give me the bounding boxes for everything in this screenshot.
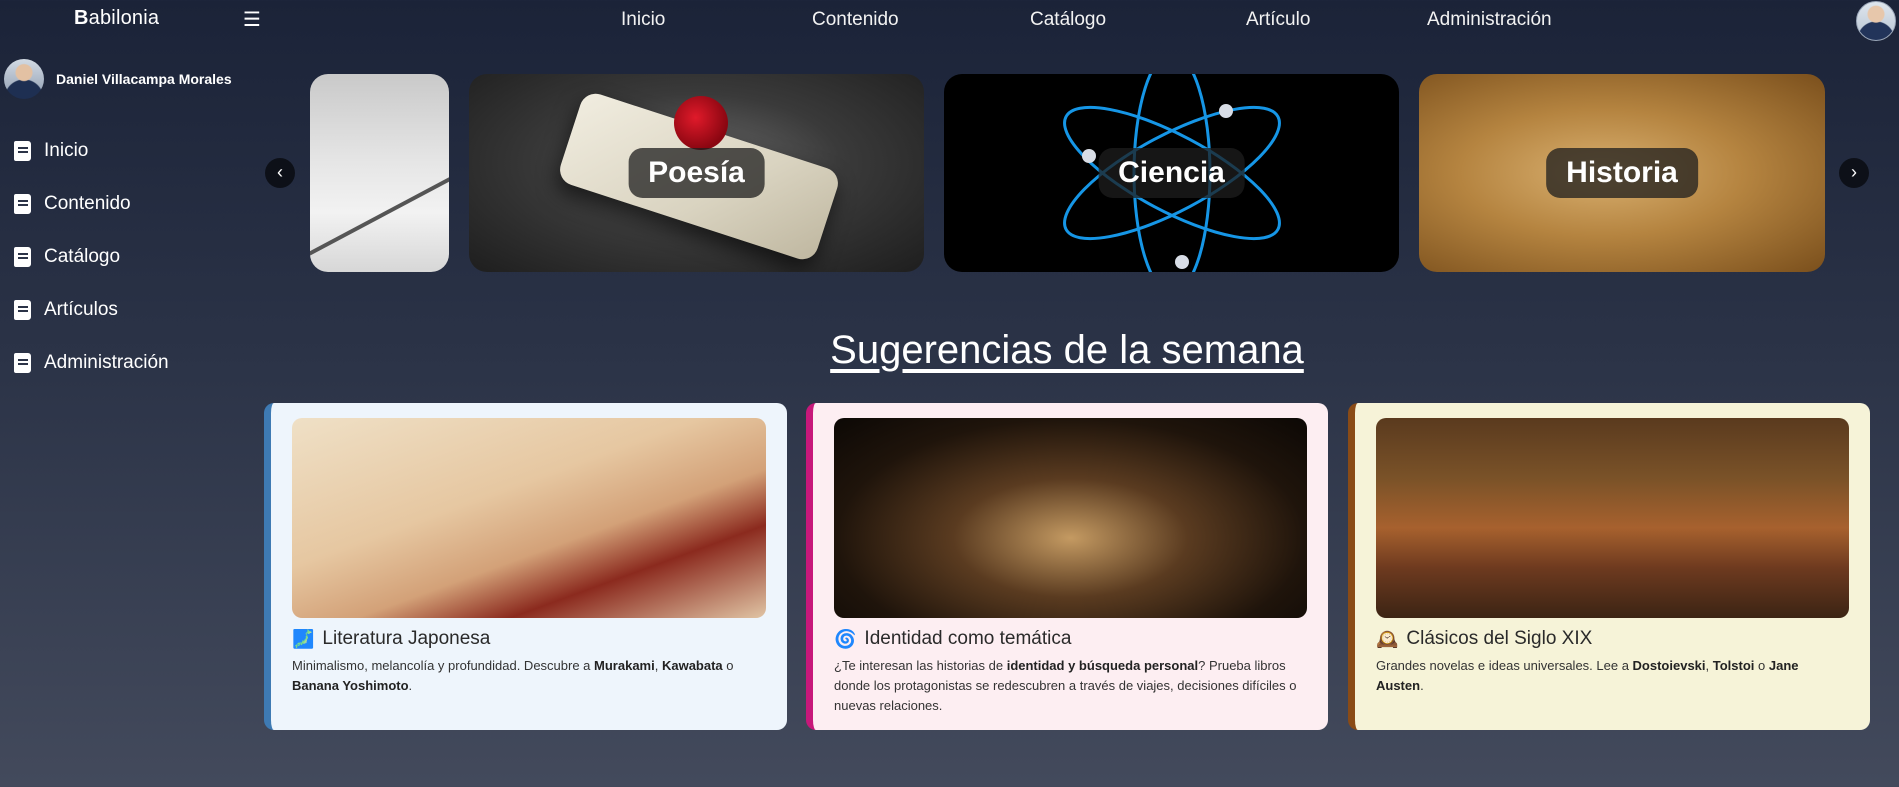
carousel-slide-partial[interactable] — [310, 74, 449, 272]
sidebar-item-label: Catálogo — [44, 245, 121, 267]
sidebar-user: Daniel Villacampa Morales — [4, 58, 232, 100]
sidebar-item-label: Artículos — [44, 298, 118, 320]
spiral-icon: 🌀 — [834, 628, 857, 649]
book-icon — [14, 246, 31, 267]
suggestion-card-clasicos[interactable]: 🕰️ Clásicos del Siglo XIX Grandes novela… — [1348, 403, 1870, 730]
brand-logo[interactable]: Babilonia — [74, 7, 159, 30]
suggestion-card-identidad[interactable]: 🌀 Identidad como temática ¿Te interesan … — [806, 403, 1328, 730]
slide-title: Poesía — [628, 148, 765, 198]
card-title: 🕰️ Clásicos del Siglo XIX — [1376, 628, 1593, 649]
top-navbar: Babilonia ☰ Inicio Contenido Catálogo Ar… — [0, 0, 1899, 41]
book-icon — [14, 193, 31, 214]
card-image — [1376, 418, 1849, 618]
clock-icon: 🕰️ — [1376, 628, 1399, 649]
hamburger-menu-icon[interactable]: ☰ — [243, 7, 261, 32]
card-image — [834, 418, 1307, 618]
nav-inicio[interactable]: Inicio — [621, 9, 665, 31]
sidebar-item-contenido[interactable]: Contenido — [14, 177, 169, 230]
nav-catalogo[interactable]: Catálogo — [1030, 9, 1106, 31]
card-title: 🌀 Identidad como temática — [834, 628, 1072, 649]
carousel-slide-ciencia[interactable]: Ciencia — [944, 74, 1399, 272]
carousel-slide-historia[interactable]: Historia — [1419, 74, 1825, 272]
slide-title: Historia — [1546, 148, 1698, 198]
card-description: Minimalismo, melancolía y profundidad. D… — [292, 658, 734, 693]
user-avatar[interactable] — [1856, 1, 1896, 41]
nav-contenido[interactable]: Contenido — [812, 9, 899, 31]
carousel-slide-poesia[interactable]: Poesía — [469, 74, 924, 272]
rose-image — [674, 96, 728, 150]
card-image — [292, 418, 766, 618]
carousel-prev-button[interactable]: ‹ — [265, 158, 295, 188]
book-icon — [14, 299, 31, 320]
sidebar-item-label: Contenido — [44, 192, 131, 214]
section-title: Sugerencias de la semana — [830, 328, 1304, 372]
nav-administracion[interactable]: Administración — [1427, 9, 1552, 31]
sidebar-item-label: Inicio — [44, 139, 89, 161]
nav-articulo[interactable]: Artículo — [1246, 9, 1310, 31]
book-icon — [14, 140, 31, 161]
card-title: 🗾 Literatura Japonesa — [292, 628, 491, 649]
carousel-next-button[interactable]: › — [1839, 158, 1869, 188]
user-name: Daniel Villacampa Morales — [56, 71, 232, 87]
card-description: ¿Te interesan las historias de identidad… — [834, 658, 1297, 713]
japan-map-icon: 🗾 — [292, 628, 315, 649]
card-description: Grandes novelas e ideas universales. Lee… — [1376, 658, 1799, 693]
sidebar-item-inicio[interactable]: Inicio — [14, 124, 169, 177]
slide-title: Ciencia — [1098, 148, 1245, 198]
sidebar-item-catalogo[interactable]: Catálogo — [14, 230, 169, 283]
avatar — [4, 59, 44, 99]
suggestion-card-japonesa[interactable]: 🗾 Literatura Japonesa Minimalismo, melan… — [264, 403, 787, 730]
